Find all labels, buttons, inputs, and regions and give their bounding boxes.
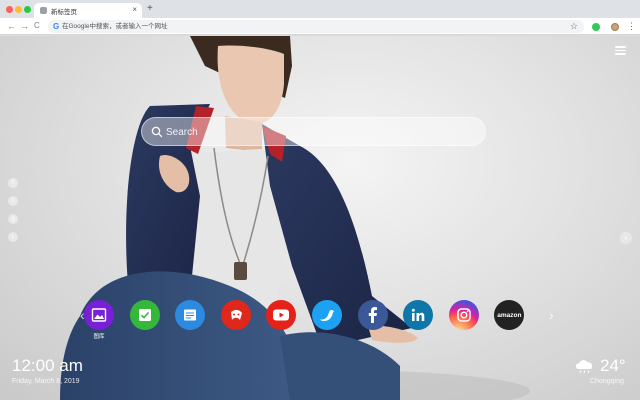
omnibox-placeholder[interactable]: 在Google中搜索，或者输入一个网址 [62, 22, 167, 31]
google-share-icon[interactable]: g [8, 214, 18, 224]
instagram-icon [448, 300, 479, 330]
browser-toolbar: ← → C G 在Google中搜索，或者输入一个网址 ☆ ⋮ [0, 18, 640, 35]
twitter-share-icon[interactable]: t [8, 196, 18, 206]
dock-app-linkedin[interactable] [402, 300, 434, 340]
clock-time: 12:00 am [12, 356, 83, 375]
facebook-share-icon[interactable]: f [8, 178, 18, 188]
bookmark-star-icon[interactable]: ☆ [570, 21, 578, 31]
side-panel-arrow-icon[interactable]: ‹ [620, 232, 632, 244]
amazon-logo-text: amazon [497, 311, 522, 319]
tab-bar: 新标签页 × + [0, 0, 640, 18]
dock-app-twitter[interactable] [311, 300, 343, 340]
dock-app-amazon[interactable]: amazon [493, 300, 525, 340]
tab-favicon-icon [40, 7, 47, 14]
minimize-window-button[interactable] [15, 6, 22, 13]
check-icon [129, 300, 160, 330]
tab-close-icon[interactable]: × [132, 5, 137, 15]
background-photo [60, 36, 530, 400]
gallery-icon [84, 300, 114, 330]
close-window-button[interactable] [6, 6, 13, 13]
back-icon[interactable]: ← [7, 20, 16, 32]
extension-icon[interactable] [592, 23, 600, 31]
amazon-icon: amazon [494, 300, 525, 330]
gamepad-icon [220, 300, 251, 330]
forward-icon[interactable]: → [20, 20, 29, 32]
clock-date: Friday, March 8, 2019 [12, 378, 80, 385]
menu-icon[interactable] [615, 46, 626, 55]
dock-app-youtube[interactable] [265, 300, 297, 340]
dock-app-notes[interactable] [174, 300, 206, 340]
youtube-icon [266, 300, 297, 330]
reload-icon[interactable]: C [34, 20, 40, 32]
cloud-rain-icon [576, 360, 593, 374]
document-icon [175, 300, 206, 330]
tab-new-tab[interactable]: 新标签页 × [34, 3, 142, 18]
weather-temperature: 24° [600, 356, 626, 375]
tab-title: 新标签页 [51, 9, 77, 16]
search-icon [151, 126, 163, 138]
dock-app-instagram[interactable] [448, 300, 480, 340]
profile-avatar[interactable] [611, 23, 619, 31]
dock-app-checkmark[interactable] [129, 300, 161, 340]
twitter-icon [312, 300, 342, 330]
dock-app-game[interactable] [220, 300, 252, 340]
maximize-window-button[interactable] [24, 6, 31, 13]
dock-app-label: 图库 [93, 334, 105, 340]
google-icon: G [53, 22, 60, 31]
dock-app-facebook[interactable] [357, 300, 389, 340]
search-bar[interactable] [141, 117, 486, 146]
new-tab-button[interactable]: + [147, 3, 153, 15]
omnibox[interactable]: G 在Google中搜索，或者输入一个网址 ☆ [48, 20, 584, 33]
browser-menu-icon[interactable]: ⋮ [627, 20, 636, 32]
reddit-share-icon[interactable]: r [8, 232, 18, 242]
search-input[interactable] [166, 124, 466, 140]
linkedin-icon [403, 300, 434, 330]
facebook-icon [357, 300, 388, 330]
weather-city: Chongqing [590, 378, 624, 385]
new-tab-page: f t g r ‹ ‹ › 图库amazon 12:00 am Friday, … [0, 36, 640, 400]
dock-app-gallery[interactable]: 图库 [83, 300, 115, 340]
